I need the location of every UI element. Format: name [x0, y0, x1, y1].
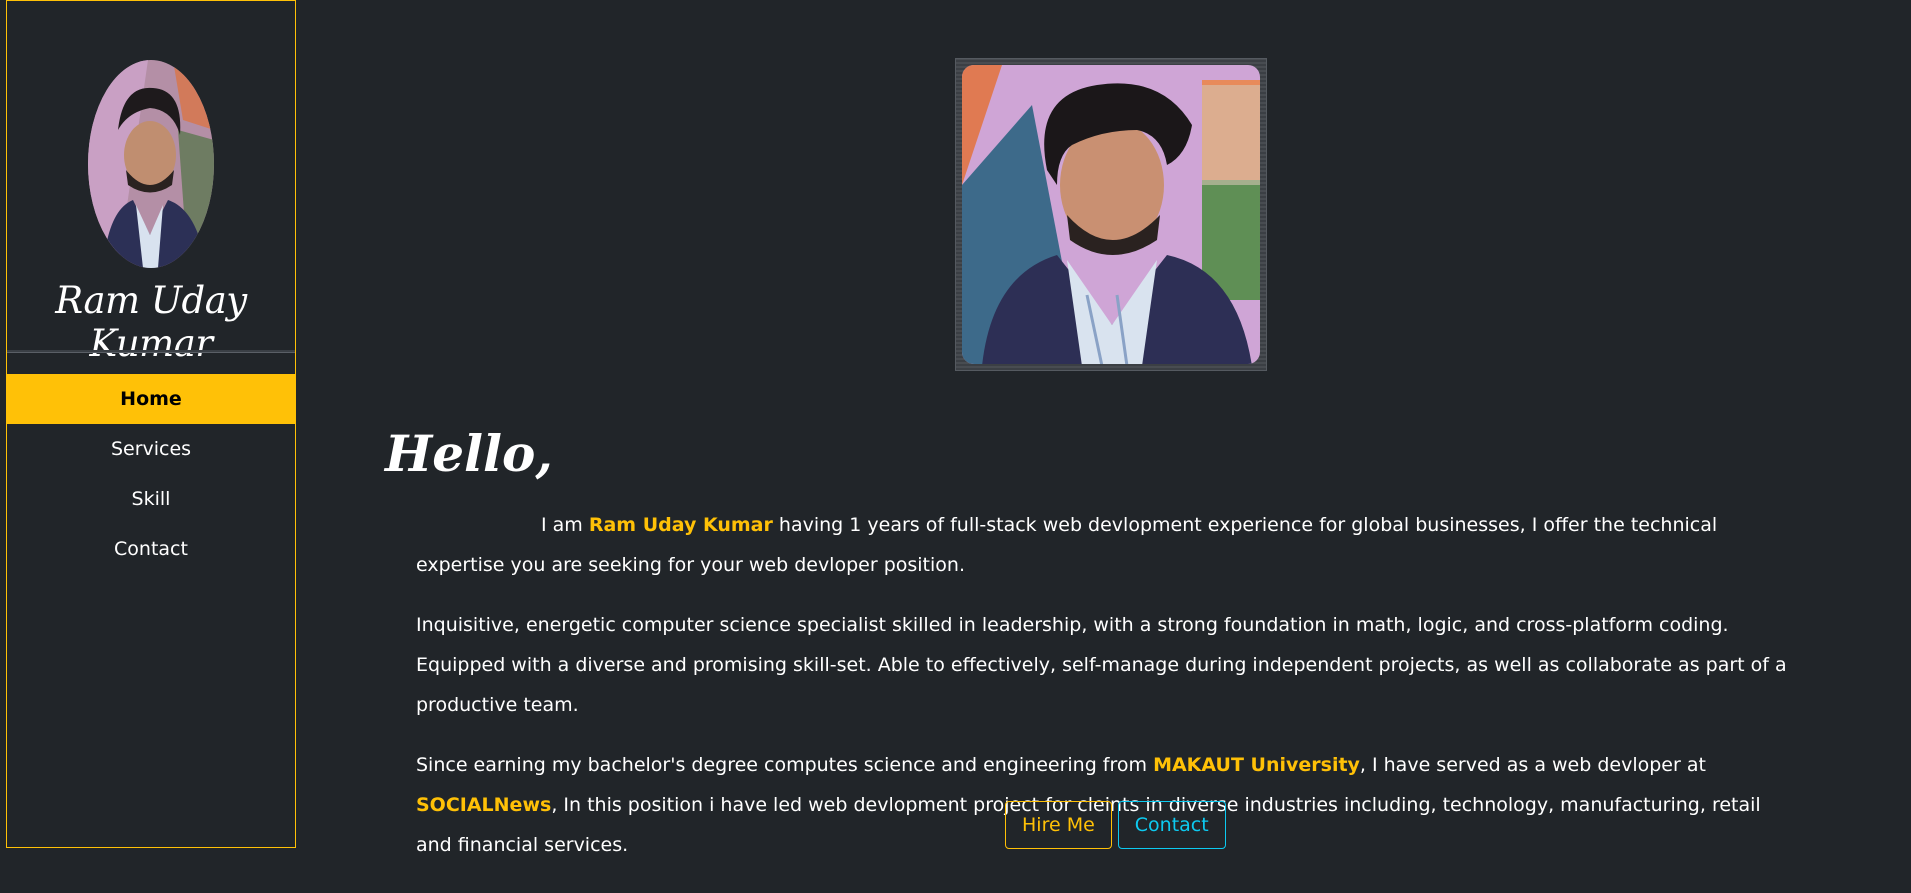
nav-item-skill[interactable]: Skill: [7, 474, 295, 524]
hire-me-button[interactable]: Hire Me: [1005, 801, 1112, 849]
nav-item-home[interactable]: Home: [7, 374, 295, 424]
highlight-name: Ram Uday Kumar: [588, 514, 773, 536]
sidebar-nav: Home Services Skill Contact: [7, 374, 295, 574]
action-buttons: Hire Me Contact: [1005, 801, 1226, 849]
highlight-company: SOCIALNews: [416, 794, 552, 816]
bio-paragraph-2: Inquisitive, energetic computer science …: [416, 614, 1787, 716]
avatar: [88, 60, 214, 268]
nav-item-services[interactable]: Services: [7, 424, 295, 474]
nav-item-contact[interactable]: Contact: [7, 524, 295, 574]
hero-photo-frame: [955, 58, 1267, 371]
greeting-heading: Hello,: [385, 424, 553, 483]
profile-photo-small: [88, 60, 214, 268]
contact-button[interactable]: Contact: [1117, 801, 1226, 849]
bio-paragraph-1: I am Ram Uday Kumar having 1 years of fu…: [416, 514, 1718, 576]
hero-photo: [962, 65, 1260, 364]
sidebar: Ram Uday Kumar Home Services Skill Conta…: [6, 0, 296, 848]
highlight-university: MAKAUT University: [1153, 754, 1360, 776]
sidebar-divider: [7, 350, 295, 353]
